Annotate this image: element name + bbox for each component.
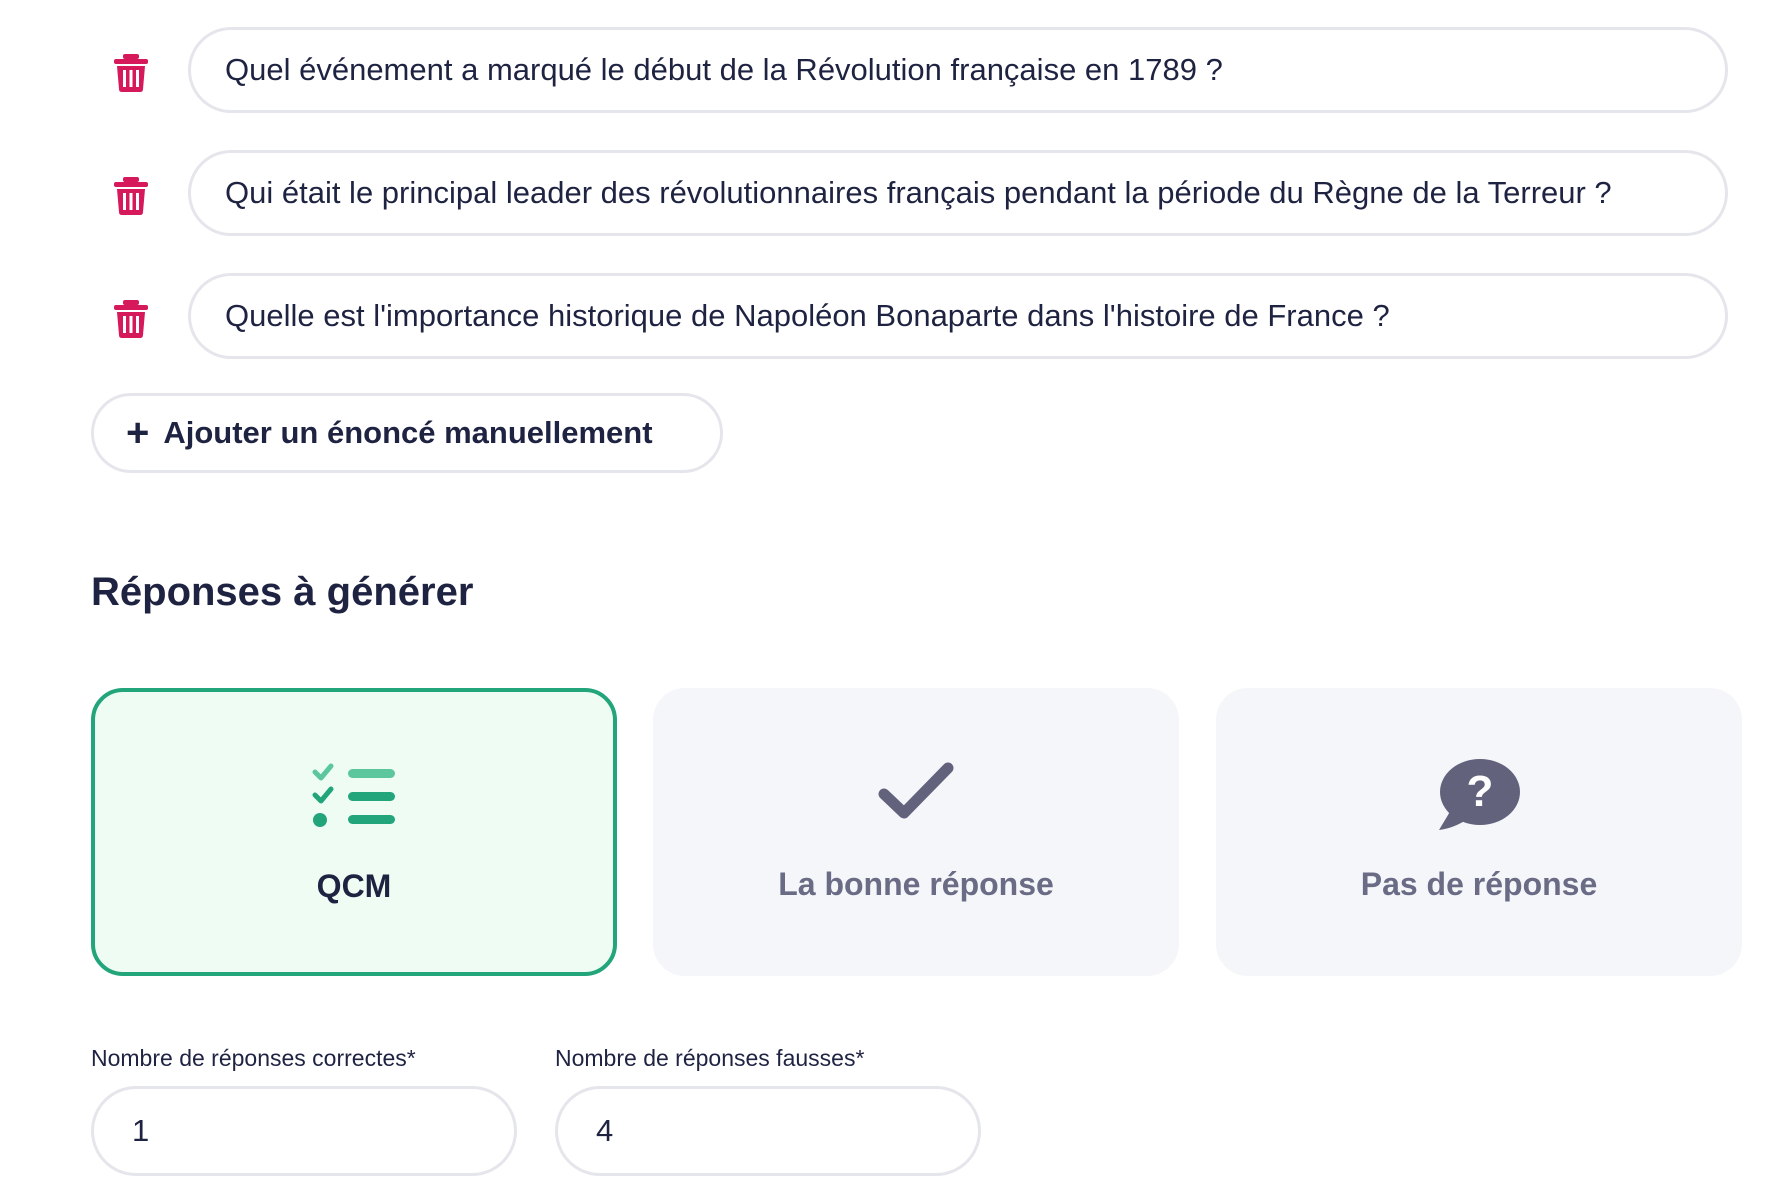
plus-icon: + xyxy=(126,411,150,455)
wrong-answers-label: Nombre de réponses fausses* xyxy=(555,1045,865,1071)
trash-icon[interactable] xyxy=(114,177,148,215)
question-input[interactable] xyxy=(188,150,1728,236)
correct-answers-input[interactable] xyxy=(91,1086,517,1176)
checklist-icon xyxy=(312,763,395,827)
answer-type-no-answer[interactable]: ? Pas de réponse xyxy=(1216,688,1742,976)
checkmark-icon xyxy=(878,762,954,819)
answer-type-label: La bonne réponse xyxy=(778,866,1054,902)
question-row xyxy=(0,27,1768,117)
add-statement-label: Ajouter un énoncé manuellement xyxy=(163,415,653,450)
correct-answers-label: Nombre de réponses correctes* xyxy=(91,1045,416,1071)
answer-generation-page: + Ajouter un énoncé manuellement Réponse… xyxy=(0,0,1768,1192)
add-statement-button[interactable]: + Ajouter un énoncé manuellement xyxy=(91,393,723,473)
section-title: Réponses à générer xyxy=(91,570,474,614)
answer-type-correct-answer[interactable]: La bonne réponse xyxy=(653,688,1179,976)
wrong-answers-input[interactable] xyxy=(555,1086,981,1176)
question-row xyxy=(0,273,1768,363)
trash-icon[interactable] xyxy=(114,300,148,338)
answer-type-label: QCM xyxy=(316,868,392,904)
trash-icon[interactable] xyxy=(114,54,148,92)
question-input[interactable] xyxy=(188,27,1728,113)
question-input[interactable] xyxy=(188,273,1728,359)
svg-text:?: ? xyxy=(1467,767,1494,816)
question-bubble-icon: ? xyxy=(1439,759,1520,830)
answer-type-label: Pas de réponse xyxy=(1360,866,1598,902)
answer-type-qcm[interactable]: QCM xyxy=(91,688,617,976)
question-row xyxy=(0,150,1768,240)
